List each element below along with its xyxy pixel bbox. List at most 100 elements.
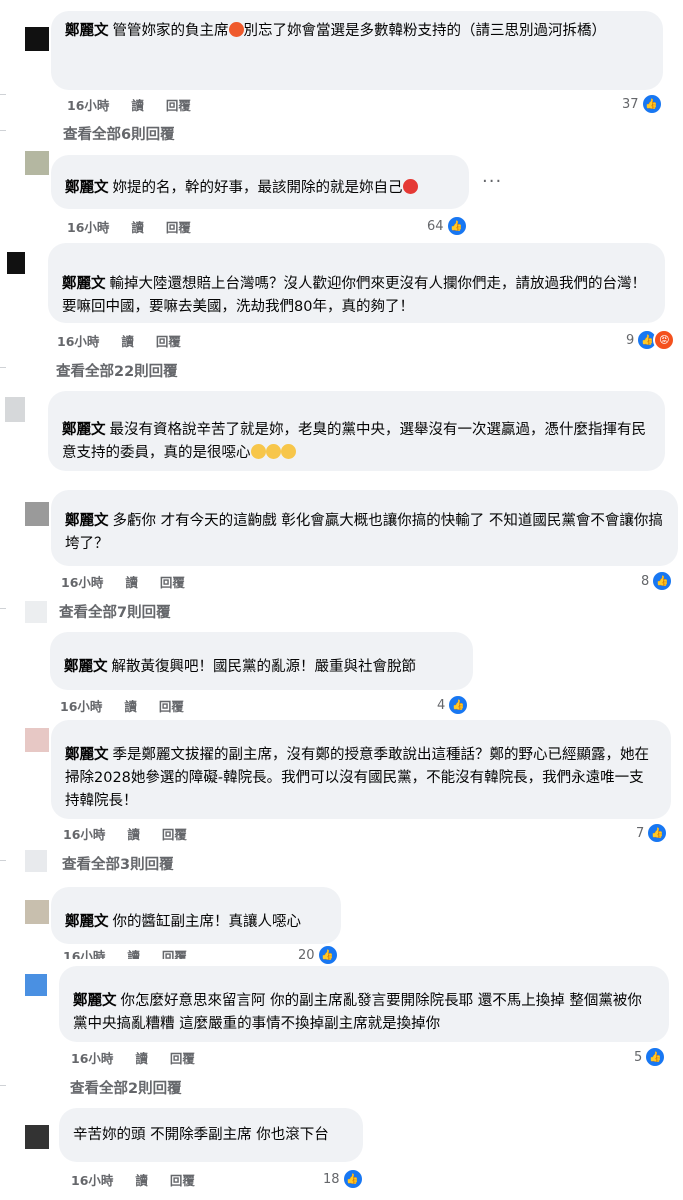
comment-time[interactable]: 16小時 (63, 827, 105, 842)
view-replies-link[interactable]: 查看全部7則回覆 (59, 601, 171, 622)
like-count: 9 (626, 332, 635, 348)
comment-text: 多虧你 才有今天的這齣戲 彰化會贏大概也讓你搞的快輸了 不知道國民黨會不會讓你搞… (65, 513, 663, 552)
comment-time[interactable]: 16小時 (67, 98, 109, 113)
reply-button[interactable]: 回覆 (156, 334, 181, 349)
avatar[interactable] (25, 502, 49, 526)
comment-actions: 16小時 讀 回覆 (61, 572, 207, 591)
reply-button[interactable]: 回覆 (170, 1173, 195, 1188)
comment-bubble: 鄭麗文 你怎麼好意思來留言阿 你的副主席亂發言要開除院長耶 還不馬上換掉 整個黨被… (59, 966, 669, 1042)
view-replies-link[interactable]: 查看全部3則回覆 (62, 853, 174, 874)
thread-line (0, 860, 6, 861)
comment-author[interactable]: 鄭麗文 (65, 180, 109, 196)
reply-button[interactable]: 回覆 (166, 220, 191, 235)
view-replies-link[interactable]: 查看全部6則回覆 (63, 123, 175, 144)
comment-text: 最沒有資格說辛苦了就是妳，老臭的黨中央，選舉沒有一次選贏過，憑什麼指揮有民意支持… (62, 422, 646, 461)
comment-bubble: 鄭麗文 最沒有資格說辛苦了就是妳，老臭的黨中央，選舉沒有一次選贏過，憑什麼指揮有民… (48, 391, 665, 471)
comment-bubble: 鄭麗文 多虧你 才有今天的這齣戲 彰化會贏大概也讓你搞的快輸了 不知道國民黨會不會… (51, 490, 678, 566)
comment-text: 輸掉大陸還想賠上台灣嗎？沒人歡迎你們來更沒有人攔你們走，請放過我們的台灣！要嘛回… (62, 276, 646, 315)
angry-face-icon (402, 179, 418, 194)
avatar[interactable] (25, 850, 47, 872)
reply-button[interactable]: 回覆 (166, 98, 191, 113)
comment-time[interactable]: 16小時 (60, 699, 102, 714)
avatar[interactable] (25, 728, 49, 752)
reply-button[interactable]: 回覆 (162, 949, 187, 959)
comment-actions: 16小時 讀 回覆 (63, 946, 209, 959)
read-button[interactable]: 讀 (131, 220, 144, 235)
comment-actions: 16小時 讀 回覆 (60, 696, 206, 715)
comment-time[interactable]: 16小時 (67, 220, 109, 235)
tired-face-icon (250, 444, 266, 459)
thread-line (0, 130, 6, 131)
comment-bubble: 鄭麗文 解散黃復興吧！國民黨的亂源！嚴重與社會脫節 (50, 632, 473, 690)
read-button[interactable]: 讀 (125, 575, 138, 590)
avatar[interactable] (25, 900, 49, 924)
reaction-count[interactable]: 37 👍 (622, 93, 663, 115)
reaction-count[interactable]: 20 👍 (298, 944, 339, 966)
reply-button[interactable]: 回覆 (160, 575, 185, 590)
comment-author[interactable]: 鄭麗文 (62, 276, 106, 292)
reaction-count[interactable]: 18 👍 (323, 1168, 364, 1190)
reaction-count[interactable]: 7 👍 (636, 822, 669, 844)
reaction-count[interactable]: 4 👍 (437, 694, 470, 716)
like-icon: 👍 (651, 570, 674, 592)
comment-author[interactable]: 鄭麗文 (65, 747, 109, 763)
read-button[interactable]: 讀 (131, 98, 144, 113)
comment-time[interactable]: 16小時 (71, 1173, 113, 1188)
avatar[interactable] (25, 27, 49, 51)
like-count: 20 (298, 947, 315, 963)
avatar[interactable] (7, 252, 25, 274)
comment-author[interactable]: 鄭麗文 (65, 23, 109, 39)
read-button[interactable]: 讀 (121, 334, 134, 349)
read-button[interactable]: 讀 (135, 1051, 148, 1066)
like-icon: 👍 (445, 215, 468, 237)
comment-actions: 16小時 讀 回覆 (71, 1048, 217, 1067)
like-icon: 👍 (316, 944, 339, 966)
reaction-count[interactable]: 9 👍 😡 (626, 329, 676, 351)
reply-button[interactable]: 回覆 (159, 699, 184, 714)
comment-actions: 16小時 讀 回覆 (67, 95, 213, 114)
comment-time[interactable]: 16小時 (63, 949, 105, 959)
avatar[interactable] (25, 601, 47, 623)
tired-face-icon (265, 444, 281, 459)
avatar[interactable] (5, 397, 25, 422)
like-icon: 👍 (644, 1046, 667, 1068)
reply-button[interactable]: 回覆 (162, 827, 187, 842)
comment-bubble: 辛苦妳的頭 不開除季副主席 你也滾下台 (59, 1108, 363, 1162)
comment-actions: 16小時 讀 回覆 (71, 1170, 217, 1189)
read-button[interactable]: 讀 (127, 949, 140, 959)
comment-author[interactable]: 鄭麗文 (65, 513, 109, 529)
comment-actions: 16小時 讀 回覆 (67, 217, 213, 236)
comment-text: 你怎麼好意思來留言阿 你的副主席亂發言要開除院長耶 還不馬上換掉 整個黨被你黨中… (73, 993, 642, 1032)
comment-time[interactable]: 16小時 (61, 575, 103, 590)
comment-author[interactable]: 鄭麗文 (64, 659, 108, 675)
comment-bubble: 鄭麗文 管管妳家的負主席 別忘了妳會當選是多數韓粉支持的（請三思別過河拆橋） (51, 11, 663, 90)
comment-bubble: 鄭麗文 你的醬缸副主席！真讓人噁心 (51, 887, 341, 944)
read-button[interactable]: 讀 (127, 827, 140, 842)
thread-line (0, 367, 6, 368)
more-options-icon[interactable]: ··· (482, 171, 502, 192)
comment-text: 妳提的名，幹的好事，最該開除的就是妳自己 (112, 180, 403, 196)
avatar[interactable] (25, 1125, 49, 1149)
comment-author[interactable]: 鄭麗文 (73, 993, 117, 1009)
like-count: 37 (622, 96, 639, 112)
comment-text: 季是鄭麗文拔擢的副主席，沒有鄭的授意季敢說出這種話？鄭的野心已經顯露，她在掃除2… (65, 747, 649, 809)
reply-button[interactable]: 回覆 (170, 1051, 195, 1066)
reaction-count[interactable]: 5 👍 (634, 1046, 667, 1068)
avatar[interactable] (25, 974, 47, 996)
thread-line (0, 608, 6, 609)
view-replies-link[interactable]: 查看全部2則回覆 (70, 1077, 182, 1098)
avatar[interactable] (25, 151, 49, 175)
comment-time[interactable]: 16小時 (71, 1051, 113, 1066)
angry-reaction-icon: 😡 (653, 329, 676, 351)
comment-bubble: 鄭麗文 季是鄭麗文拔擢的副主席，沒有鄭的授意季敢說出這種話？鄭的野心已經顯露，她在… (51, 720, 671, 819)
read-button[interactable]: 讀 (135, 1173, 148, 1188)
comment-author[interactable]: 鄭麗文 (65, 914, 109, 930)
read-button[interactable]: 讀 (124, 699, 137, 714)
view-replies-link[interactable]: 查看全部22則回覆 (56, 360, 178, 381)
like-icon: 👍 (341, 1168, 364, 1190)
comment-text-cont: 別忘了妳會當選是多數韓粉支持的（請三思別過河拆橋） (243, 23, 607, 39)
comment-time[interactable]: 16小時 (57, 334, 99, 349)
reaction-count[interactable]: 8 👍 (641, 570, 674, 592)
comment-author[interactable]: 鄭麗文 (62, 422, 106, 438)
reaction-count[interactable]: 64 👍 (427, 215, 468, 237)
